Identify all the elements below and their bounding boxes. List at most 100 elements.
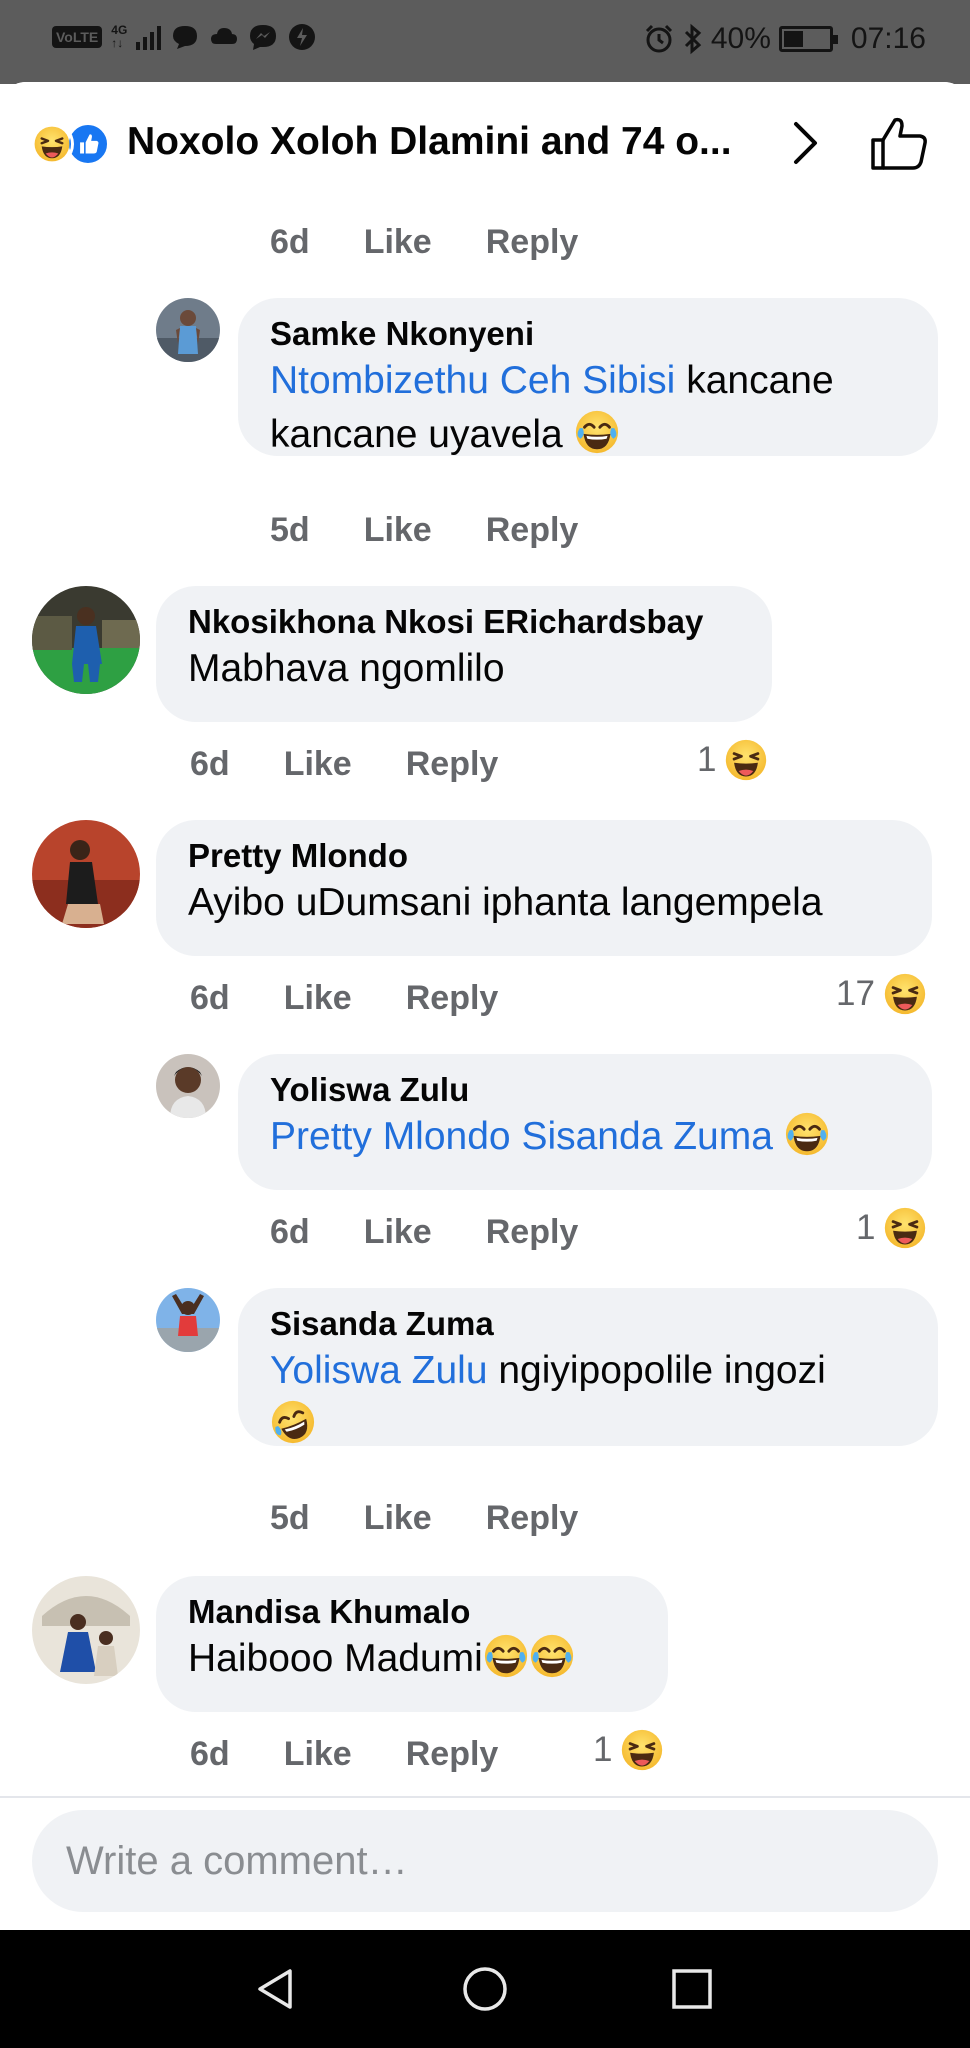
comment-time: 6d <box>270 1213 310 1251</box>
reactions-header[interactable]: Noxolo Xoloh Dlamini and 74 o... <box>0 82 970 206</box>
reaction-count-number: 1 <box>697 740 717 779</box>
reactors-title[interactable]: Noxolo Xoloh Dlamini and 74 o... <box>127 120 787 164</box>
comment-meta: 6d Like Reply <box>190 1732 498 1776</box>
reaction-count-number: 1 <box>856 1208 876 1247</box>
mention-link[interactable]: Pretty Mlondo Sisanda Zuma <box>270 1115 773 1158</box>
comment-meta: 6d Like Reply <box>190 976 498 1020</box>
joy-emoji-icon <box>784 1111 830 1157</box>
comment-text: Haibooo Madumi <box>188 1632 636 1686</box>
battery-percent: 40% <box>710 22 771 55</box>
comment-text: Ayibo uDumsani iphanta langempela <box>188 881 823 924</box>
status-right: 40% 07:16 <box>643 22 926 56</box>
messenger-icon <box>250 25 277 50</box>
network-type: 4G ↑↓ <box>111 24 127 50</box>
reply-button[interactable]: Reply <box>406 1732 499 1776</box>
comment-text: Mabhava ngomlilo <box>188 647 505 690</box>
reaction-count[interactable]: 1 <box>856 1206 927 1250</box>
comment-time: 5d <box>270 1499 310 1537</box>
haha-icon <box>30 122 74 166</box>
screen: VoLTE 4G ↑↓ 40% 07:16 Noxolo Xoloh Dlamin… <box>0 0 970 2048</box>
reaction-count[interactable]: 1 <box>697 738 768 782</box>
chat-icon <box>173 26 198 49</box>
comment-author[interactable]: Mandisa Khumalo <box>188 1592 636 1632</box>
comments-sheet: Noxolo Xoloh Dlamini and 74 o... 6d Like… <box>0 82 970 1928</box>
comment-input[interactable] <box>32 1810 938 1912</box>
like-button[interactable]: Like <box>284 1732 352 1776</box>
comment-text-part: ngiyipopolile ingozi <box>487 1349 826 1392</box>
comment-meta: 6d Like Reply <box>270 220 578 264</box>
android-nav-bar <box>0 1930 970 2048</box>
comment-meta: 6d Like Reply <box>270 1210 578 1254</box>
mention-link[interactable]: Yoliswa Zulu <box>270 1349 488 1392</box>
reaction-count[interactable]: 17 <box>836 972 927 1016</box>
comment-time: 6d <box>190 979 230 1017</box>
power-icon <box>289 24 316 50</box>
comment-composer[interactable] <box>32 1810 938 1912</box>
like-button[interactable]: Like <box>364 508 432 552</box>
reply-button[interactable]: Reply <box>486 508 579 552</box>
comment-bubble[interactable]: Samke Nkonyeni Ntombizethu Ceh Sibisi ka… <box>238 298 938 456</box>
battery-icon <box>778 26 838 52</box>
signal-icon <box>136 24 162 50</box>
reply-button[interactable]: Reply <box>406 976 499 1020</box>
like-button[interactable]: Like <box>364 1210 432 1254</box>
clock: 07:16 <box>850 22 926 55</box>
reaction-count-number: 17 <box>836 974 875 1013</box>
comment-text-line: kancane uyavela <box>270 408 906 462</box>
comment-bubble[interactable]: Nkosikhona Nkosi ERichardsbay Mabhava ng… <box>156 586 772 722</box>
rofl-emoji-icon <box>270 1399 316 1445</box>
like-button[interactable]: Like <box>364 220 432 264</box>
joy-emoji-icon <box>574 409 620 455</box>
volte-badge: VoLTE <box>52 26 103 48</box>
reply-button[interactable]: Reply <box>406 742 499 786</box>
like-button[interactable]: Like <box>284 976 352 1020</box>
comment-text-part: kancane uyavela <box>270 413 563 456</box>
comment-time: 5d <box>270 511 310 549</box>
like-button[interactable]: Like <box>284 742 352 786</box>
comment-meta: 5d Like Reply <box>270 508 578 552</box>
like-outline-icon[interactable] <box>868 114 930 174</box>
avatar[interactable] <box>32 586 140 694</box>
reply-button[interactable]: Reply <box>486 1210 579 1254</box>
recents-icon[interactable] <box>666 1963 718 2015</box>
reply-button[interactable]: Reply <box>486 1496 579 1540</box>
comment-time: 6d <box>270 223 310 261</box>
haha-icon <box>620 1728 664 1772</box>
comment-author[interactable]: Yoliswa Zulu <box>270 1070 900 1110</box>
avatar[interactable] <box>156 1288 220 1352</box>
back-icon[interactable] <box>250 1963 302 2015</box>
comment-meta: 5d Like Reply <box>270 1496 578 1540</box>
reaction-icons <box>30 122 118 168</box>
comment-author[interactable]: Samke Nkonyeni <box>270 314 906 354</box>
network-arrows: ↑↓ <box>111 36 124 50</box>
chevron-right-icon[interactable] <box>786 118 826 168</box>
comment-author[interactable]: Sisanda Zuma <box>270 1304 906 1344</box>
comment-author[interactable]: Pretty Mlondo <box>188 836 900 876</box>
avatar[interactable] <box>32 1576 140 1684</box>
composer-divider <box>0 1796 970 1798</box>
avatar[interactable] <box>32 820 140 928</box>
comment-bubble[interactable]: Yoliswa Zulu Pretty Mlondo Sisanda Zuma <box>238 1054 932 1190</box>
comment-bubble[interactable]: Pretty Mlondo Ayibo uDumsani iphanta lan… <box>156 820 932 956</box>
comment-text: Ntombizethu Ceh Sibisi kancane <box>270 354 906 408</box>
comment-text: Pretty Mlondo Sisanda Zuma <box>270 1110 900 1164</box>
haha-icon <box>883 972 927 1016</box>
status-bar: VoLTE 4G ↑↓ 40% 07:16 <box>0 0 970 84</box>
comment-bubble[interactable]: Sisanda Zuma Yoliswa Zulu ngiyipopolile … <box>238 1288 938 1446</box>
avatar[interactable] <box>156 1054 220 1118</box>
home-icon[interactable] <box>459 1963 511 2015</box>
comment-author[interactable]: Nkosikhona Nkosi ERichardsbay <box>188 602 740 642</box>
comment-text-line <box>270 1398 906 1452</box>
avatar[interactable] <box>156 298 220 362</box>
bluetooth-icon <box>684 23 702 55</box>
mention-link[interactable]: Ntombizethu Ceh Sibisi <box>270 359 675 402</box>
haha-icon <box>883 1206 927 1250</box>
comment-bubble[interactable]: Mandisa Khumalo Haibooo Madumi <box>156 1576 668 1712</box>
haha-icon <box>724 738 768 782</box>
comment-text-part: kancane <box>675 359 834 402</box>
cloud-icon <box>211 28 238 44</box>
status-left: VoLTE 4G ↑↓ <box>52 22 317 52</box>
reply-button[interactable]: Reply <box>486 220 579 264</box>
reaction-count[interactable]: 1 <box>593 1728 664 1772</box>
like-button[interactable]: Like <box>364 1496 432 1540</box>
